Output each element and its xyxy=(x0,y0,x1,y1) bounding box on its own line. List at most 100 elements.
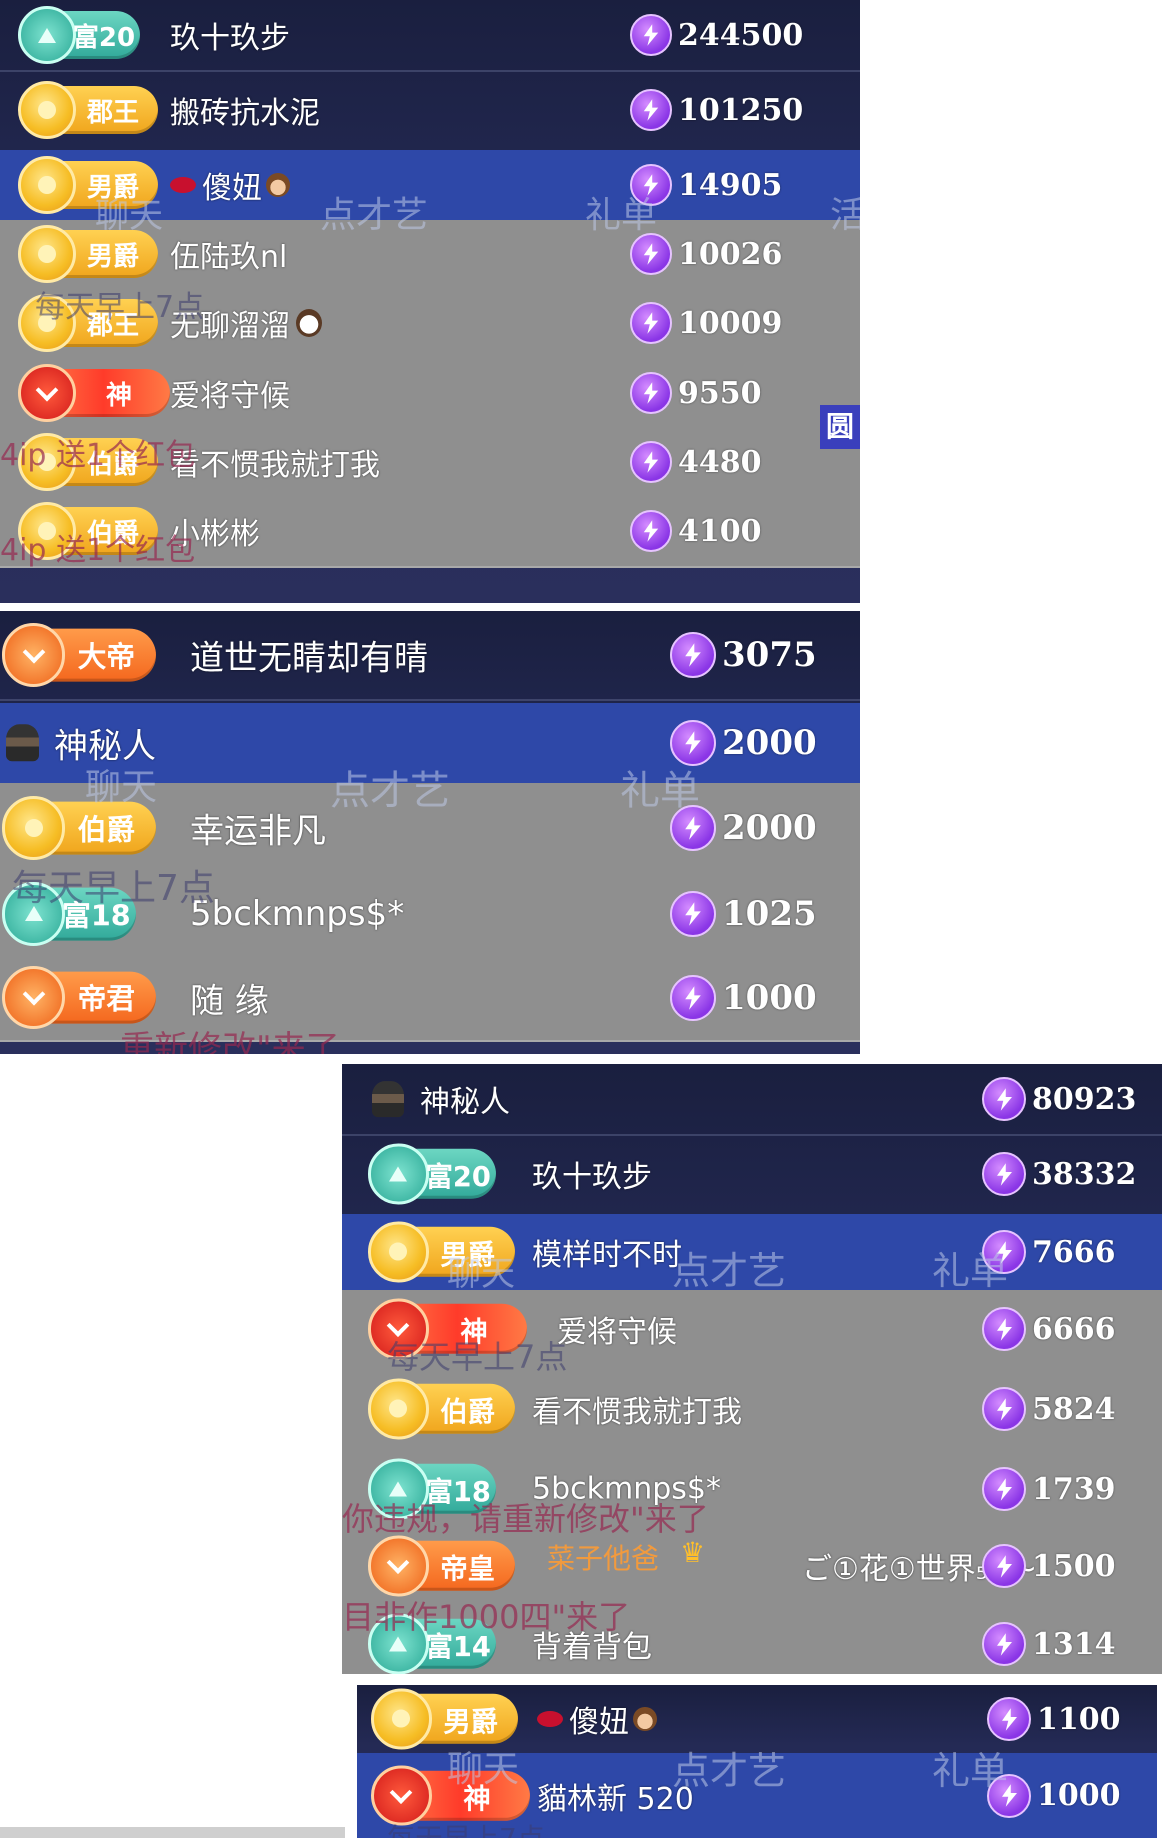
badge-label: 伯爵 xyxy=(86,518,139,549)
user-name-cell: 傻妞 xyxy=(537,1697,657,1741)
user-name[interactable]: 模样时不时 xyxy=(532,1230,682,1274)
monkey-icon xyxy=(633,1707,657,1731)
user-name[interactable]: 玖十玖步 xyxy=(532,1152,652,1196)
lightning-bolt-icon xyxy=(987,1697,1031,1741)
score-value: 1100 xyxy=(1037,1701,1121,1737)
badge-label: 富20 xyxy=(425,1161,491,1193)
score-value: 10009 xyxy=(678,305,783,341)
user-name[interactable]: 傻妞 xyxy=(202,163,262,207)
triangle-medal-icon xyxy=(368,1613,429,1674)
user-name[interactable]: 神秘人 xyxy=(420,1077,510,1121)
user-name[interactable]: 5bckmnps$* xyxy=(190,894,404,934)
ranking-list: 大帝 道世无睛却有晴 3075 神秘人 2000 伯爵 幸运非凡 2000 富18 5bckmnp… xyxy=(0,611,860,1054)
score-value: 14905 xyxy=(678,167,783,203)
lightning-bolt-icon xyxy=(630,164,672,206)
score-value: 4100 xyxy=(678,513,762,549)
ranking-row[interactable]: 男爵 傻妞 14905 xyxy=(0,150,860,222)
ranking-row[interactable]: 伯爵 看不惯我就打我 4480 xyxy=(0,428,860,498)
ranking-row[interactable]: 大帝 道世无睛却有晴 3075 xyxy=(0,611,860,701)
ranking-row[interactable]: 男爵 傻妞 1100 xyxy=(357,1685,1157,1755)
triangle-medal-icon xyxy=(368,1143,429,1205)
user-name[interactable]: 看不惯我就打我 xyxy=(532,1387,742,1431)
ranking-row[interactable]: 神 爱将守候 6666 xyxy=(342,1290,1162,1370)
user-name[interactable]: 小彬彬 xyxy=(170,509,260,553)
badge-slot: 神 xyxy=(368,1298,528,1360)
user-name[interactable]: 搬砖抗水泥 xyxy=(170,88,320,132)
wealth-level-badge: 富20 xyxy=(18,6,140,64)
user-name[interactable]: 背着背包 xyxy=(532,1622,652,1666)
score-value: 2000 xyxy=(722,723,817,763)
badge-slot: 富14 xyxy=(368,1613,496,1674)
activity-tag[interactable]: 圆 xyxy=(820,405,860,449)
user-name[interactable]: 爱将守候 xyxy=(557,1307,677,1351)
user-name-cell: 5bckmnps$* xyxy=(190,894,404,934)
user-name[interactable]: 傻妞 xyxy=(569,1697,629,1741)
ranking-row[interactable]: 郡王 搬砖抗水泥 101250 xyxy=(0,70,860,152)
wealth-level-badge: 富14 xyxy=(368,1613,496,1674)
ranking-row[interactable]: 富18 5bckmnps$* 1739 xyxy=(342,1450,1162,1530)
user-name[interactable]: 随 缘 xyxy=(190,973,269,1022)
user-name[interactable]: 神秘人 xyxy=(54,719,156,768)
badge-slot: 伯爵 xyxy=(18,433,158,491)
ranking-row[interactable]: 神 爱将守候 9550 xyxy=(0,358,860,430)
badge-label: 富18 xyxy=(425,1476,491,1508)
badge-slot xyxy=(6,724,49,762)
ranking-row[interactable]: 神秘人 2000 xyxy=(0,703,860,785)
lips-icon xyxy=(170,177,196,193)
badge-label: 伯爵 xyxy=(77,812,135,847)
user-name[interactable]: 无聊溜溜 xyxy=(170,301,290,345)
badge-label: 男爵 xyxy=(86,241,139,272)
noble-rank-badge: 男爵 xyxy=(368,1221,515,1283)
noble-rank-badge: 郡王 xyxy=(18,294,158,352)
user-name[interactable]: 伍陆玖nl xyxy=(170,232,287,276)
contribution-score: 1739 xyxy=(982,1467,1116,1511)
user-name[interactable]: 5bckmnps$* xyxy=(532,1472,721,1507)
badge-slot: 富20 xyxy=(18,6,140,64)
lightning-bolt-icon xyxy=(670,720,716,766)
ranking-row[interactable]: 神 貓林新 520 1000 xyxy=(357,1753,1157,1838)
ranking-row[interactable]: 男爵 伍陆玖nl 10026 xyxy=(0,220,860,290)
user-name-cell: 小彬彬 xyxy=(170,509,260,553)
gold-medal-icon xyxy=(368,1221,429,1283)
user-name-cell: 幸运非凡 xyxy=(190,804,326,853)
ranking-row[interactable]: 帝皇 ご①花①世界₅₂₀~ 1500 xyxy=(342,1528,1162,1606)
noble-rank-badge: 男爵 xyxy=(371,1688,518,1750)
lightning-bolt-icon xyxy=(630,14,672,56)
lightning-bolt-icon xyxy=(982,1307,1026,1351)
ranking-row[interactable]: 帝君 随 缘 1000 xyxy=(0,955,860,1042)
user-name[interactable]: 玖十玖步 xyxy=(170,13,290,57)
contribution-score: 1100 xyxy=(987,1697,1121,1741)
noble-rank-badge: 帝君 xyxy=(2,965,156,1030)
emblem-medal-icon xyxy=(371,1765,432,1826)
ranking-row[interactable]: 伯爵 看不惯我就打我 5824 xyxy=(342,1368,1162,1452)
lightning-bolt-icon xyxy=(982,1152,1026,1196)
badge-label: 男爵 xyxy=(443,1706,498,1738)
user-name[interactable]: 爱将守候 xyxy=(170,371,290,415)
gold-medal-icon xyxy=(2,796,66,860)
lightning-bolt-icon xyxy=(630,302,672,344)
contribution-score: 101250 xyxy=(630,89,803,131)
user-name[interactable]: 貓林新 520 xyxy=(537,1774,694,1818)
badge-label: 富20 xyxy=(72,22,136,53)
ranking-row[interactable]: 富18 5bckmnps$* 1025 xyxy=(0,873,860,957)
user-name[interactable]: 看不惯我就打我 xyxy=(170,440,380,484)
ranking-row[interactable]: 神秘人 80923 xyxy=(342,1064,1162,1136)
badge-slot: 大帝 xyxy=(2,623,156,687)
ranking-row[interactable]: 富14 背着背包 1314 xyxy=(342,1604,1162,1674)
ranking-row[interactable]: 伯爵 小彬彬 4100 xyxy=(0,496,860,568)
lightning-bolt-icon xyxy=(630,510,672,552)
ranking-row[interactable]: 郡王 无聊溜溜 10009 xyxy=(0,288,860,360)
score-value: 7666 xyxy=(1032,1234,1116,1270)
ranking-panel-2: 大帝 道世无睛却有晴 3075 神秘人 2000 伯爵 幸运非凡 2000 富18 5bckmnp… xyxy=(0,611,860,1054)
noble-rank-badge: 帝皇 xyxy=(368,1535,515,1597)
contribution-score: 80923 xyxy=(982,1077,1136,1121)
ranking-row[interactable]: 富20 玖十玖步 244500 xyxy=(0,0,860,72)
user-name[interactable]: 道世无睛却有晴 xyxy=(190,631,428,680)
emblem-medal-icon xyxy=(368,1298,429,1360)
ranking-row[interactable]: 富20 玖十玖步 38332 xyxy=(342,1134,1162,1216)
ranking-row[interactable]: 伯爵 幸运非凡 2000 xyxy=(0,783,860,875)
ranking-row[interactable]: 男爵 模样时不时 7666 xyxy=(342,1214,1162,1292)
noble-rank-badge: 男爵 xyxy=(18,225,158,283)
bottom-scroll-edge xyxy=(0,1827,345,1838)
user-name[interactable]: 幸运非凡 xyxy=(190,804,326,853)
